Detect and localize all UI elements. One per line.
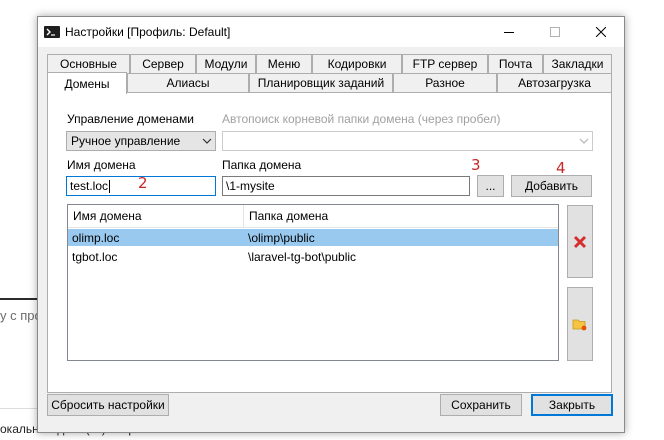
open-folder-button[interactable] xyxy=(567,287,593,361)
title-bar[interactable]: Настройки [Профиль: Default] xyxy=(38,17,624,47)
text-caret xyxy=(109,179,111,193)
tab-encodings[interactable]: Кодировки xyxy=(312,54,402,73)
chevron-down-icon xyxy=(202,138,212,144)
save-button[interactable]: Сохранить xyxy=(440,394,522,416)
column-header-domain-folder[interactable]: Папка домена xyxy=(244,205,558,227)
list-header: Имя домена Папка домена xyxy=(68,205,558,228)
domain-management-select[interactable]: Ручное управление xyxy=(66,131,216,151)
tab-ftp-server[interactable]: FTP сервер xyxy=(402,54,488,73)
domain-name-label: Имя домена xyxy=(67,158,136,172)
table-row[interactable]: tgbot.loc \laravel-tg-bot\public xyxy=(68,248,558,265)
tab-osnovnye[interactable]: Основные xyxy=(47,54,130,73)
tab-autostart[interactable]: Автозагрузка xyxy=(497,73,612,92)
chevron-down-icon xyxy=(579,138,589,144)
tab-aliases[interactable]: Алиасы xyxy=(127,73,249,92)
autosearch-select xyxy=(222,131,593,151)
browse-folder-button[interactable]: ... xyxy=(477,175,504,197)
close-window-button[interactable] xyxy=(578,17,624,47)
domain-management-label: Управление доменами xyxy=(67,112,194,126)
domain-folder-input[interactable]: \1-mysite xyxy=(222,176,470,196)
annotation-4: 4 xyxy=(556,159,566,177)
tab-server[interactable]: Сервер xyxy=(130,54,196,73)
maximize-button[interactable] xyxy=(532,17,578,47)
delete-domain-button[interactable] xyxy=(567,205,593,278)
window-title: Настройки [Профиль: Default] xyxy=(65,25,231,39)
close-button[interactable]: Закрыть xyxy=(531,394,613,416)
close-icon xyxy=(596,27,606,37)
red-x-icon xyxy=(573,235,587,248)
autosearch-label: Автопоиск корневой папки домена (через п… xyxy=(222,112,501,126)
tab-mail[interactable]: Почта xyxy=(488,54,543,73)
add-domain-button[interactable]: Добавить xyxy=(511,175,592,197)
tab-menu[interactable]: Меню xyxy=(256,54,312,73)
domain-folder-value: \1-mysite xyxy=(226,179,275,193)
domains-list[interactable]: Имя домена Папка домена olimp.loc \olimp… xyxy=(67,204,559,361)
domain-management-value: Ручное управление xyxy=(71,134,181,148)
tab-scheduler[interactable]: Планировщик заданий xyxy=(249,73,393,92)
annotation-3: 3 xyxy=(471,156,481,174)
column-header-domain-name[interactable]: Имя домена xyxy=(68,205,243,227)
folder-icon xyxy=(572,319,587,330)
tab-misc[interactable]: Разное xyxy=(393,73,497,92)
terminal-icon xyxy=(44,26,60,38)
table-row[interactable]: olimp.loc \olimp\public xyxy=(68,229,558,246)
domain-name-value: test.loc xyxy=(70,179,109,193)
background-separator xyxy=(0,408,40,409)
minimize-icon xyxy=(504,32,514,33)
maximize-icon xyxy=(550,27,560,37)
tab-domains[interactable]: Домены xyxy=(47,72,127,94)
tab-modules[interactable]: Модули xyxy=(196,54,256,73)
row-domain-folder: \laravel-tg-bot\public xyxy=(248,249,357,264)
row-domain-name: olimp.loc xyxy=(72,230,120,245)
background-partial-text: у с про xyxy=(0,308,42,323)
row-domain-folder: \olimp\public xyxy=(248,230,315,245)
background-divider xyxy=(0,298,40,300)
row-domain-name: tgbot.loc xyxy=(72,249,118,264)
domain-folder-label: Папка домена xyxy=(222,158,302,172)
reset-settings-button[interactable]: Сбросить настройки xyxy=(47,394,169,416)
tab-bookmarks[interactable]: Закладки xyxy=(543,54,612,73)
minimize-button[interactable] xyxy=(486,17,532,47)
annotation-2: 2 xyxy=(138,174,148,192)
